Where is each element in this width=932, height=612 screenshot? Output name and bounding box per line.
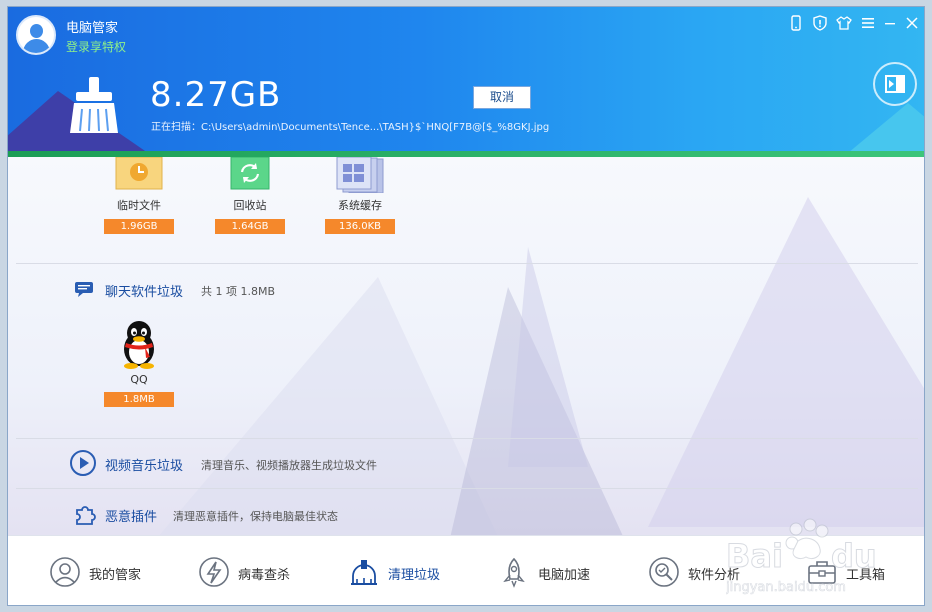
avatar[interactable] xyxy=(16,15,56,55)
broom-icon xyxy=(68,77,120,135)
cleanup-item-label: 临时文件 xyxy=(117,199,161,212)
avatar-body xyxy=(23,39,50,53)
chat-section-title[interactable]: 聊天软件垃圾 xyxy=(105,281,183,300)
phone-icon[interactable] xyxy=(788,15,804,31)
software-analysis-icon xyxy=(648,556,680,588)
tab-label: 电脑加速 xyxy=(538,568,591,583)
rocket-icon xyxy=(498,556,530,588)
cleanup-item-label: QQ xyxy=(130,373,148,386)
minimize-icon[interactable] xyxy=(882,15,898,31)
svg-text:du: du xyxy=(831,537,877,575)
skin-shirt-icon[interactable] xyxy=(836,15,852,31)
cleanup-item-label: 回收站 xyxy=(233,199,267,212)
virus-scan-icon xyxy=(198,556,230,588)
bg-mountain xyxy=(648,197,924,527)
svg-text:jingyan.baidu.com: jingyan.baidu.com xyxy=(726,580,846,595)
menu-icon[interactable] xyxy=(860,15,876,31)
tab-label: 我的管家 xyxy=(89,568,142,583)
puzzle-plugin-icon xyxy=(74,505,96,525)
video-play-icon xyxy=(69,449,97,477)
avatar-head xyxy=(30,24,43,38)
cleanup-content: 临时文件 1.96GB 回收站 1.64GB 系统缓存 136.0KB 聊天软件… xyxy=(8,157,924,535)
tab-label: 病毒查杀 xyxy=(238,568,291,583)
qq-penguin-icon xyxy=(117,319,161,369)
shield-icon[interactable] xyxy=(812,15,828,31)
side-panel-button[interactable] xyxy=(873,62,917,106)
cleanup-icon xyxy=(348,556,380,588)
app-title: 电脑管家 xyxy=(66,21,119,36)
video-section-desc: 清理音乐、视频播放器生成垃圾文件 xyxy=(201,459,377,472)
header-banner: 电脑管家 登录享特权 8.27GB 正在扫描：C:\Users\admin\Do… xyxy=(8,7,924,151)
chat-icon xyxy=(74,281,94,297)
cleanup-item-recycle-bin[interactable]: 回收站 1.64GB xyxy=(205,157,295,234)
cleanup-item-size: 136.0KB xyxy=(325,219,395,234)
cleanup-item-temp-files[interactable]: 临时文件 1.96GB xyxy=(94,157,184,234)
clock-icon xyxy=(114,157,164,193)
close-icon[interactable] xyxy=(904,15,920,31)
butler-icon xyxy=(49,556,81,588)
section-divider xyxy=(16,438,918,439)
scanned-size: 8.27GB xyxy=(150,75,282,115)
plugin-section-title[interactable]: 恶意插件 xyxy=(105,506,157,525)
plugin-section-desc: 清理恶意插件，保持电脑最佳状态 xyxy=(173,510,338,523)
chat-section-summary: 共 1 项 1.8MB xyxy=(201,285,276,298)
windows-cache-icon xyxy=(335,157,385,194)
recycle-icon xyxy=(225,157,275,193)
baidu-watermark: Bai du jingyan.baidu.com xyxy=(725,517,924,605)
video-section-title[interactable]: 视频音乐垃圾 xyxy=(105,455,183,474)
expand-panel-icon xyxy=(885,75,905,93)
tab-label: 清理垃圾 xyxy=(388,568,441,583)
cancel-button[interactable]: 取消 xyxy=(473,86,531,109)
svg-text:Bai: Bai xyxy=(726,537,783,575)
section-divider xyxy=(16,488,918,489)
cleanup-item-size: 1.96GB xyxy=(104,219,174,234)
header-mountain-right xyxy=(848,103,924,151)
bg-mountain xyxy=(158,277,498,535)
cleanup-item-size: 1.64GB xyxy=(215,219,285,234)
bg-mountain xyxy=(508,247,588,467)
cleanup-item-size: 1.8MB xyxy=(104,392,174,407)
login-link[interactable]: 登录享特权 xyxy=(66,38,126,55)
app-window: 电脑管家 登录享特权 8.27GB 正在扫描：C:\Users\admin\Do… xyxy=(7,6,925,606)
scan-path-label: 正在扫描：C:\Users\admin\Documents\Tence...\T… xyxy=(151,122,550,133)
cleanup-item-system-cache[interactable]: 系统缓存 136.0KB xyxy=(315,157,405,234)
cleanup-item-qq[interactable]: QQ 1.8MB xyxy=(94,319,184,407)
cleanup-item-label: 系统缓存 xyxy=(338,199,382,212)
section-divider xyxy=(16,263,918,264)
